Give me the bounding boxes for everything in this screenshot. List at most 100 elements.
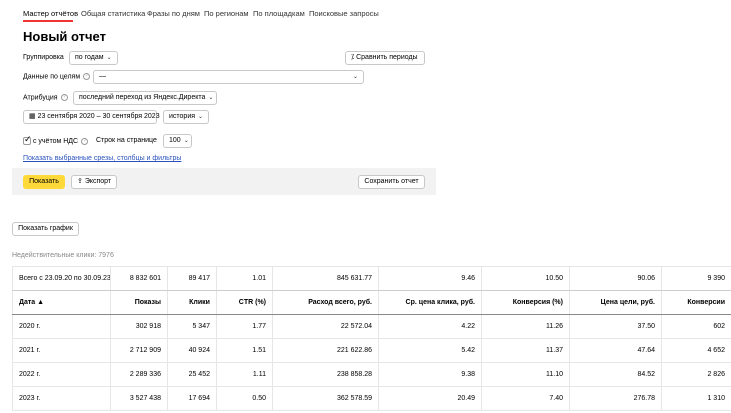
table-cell: 11.37 bbox=[481, 338, 570, 363]
table-cell: 37.50 bbox=[569, 314, 662, 339]
vat-checkbox[interactable] bbox=[23, 134, 32, 145]
column-header[interactable]: CTR (%) bbox=[216, 290, 273, 315]
table-cell: 89 417 bbox=[167, 266, 217, 291]
attribution-select[interactable]: последний переход из Яндекс.Директа ⌄ bbox=[73, 91, 217, 105]
table-cell: 8 832 601 bbox=[110, 266, 168, 291]
table-cell: 5.42 bbox=[378, 338, 482, 363]
help-icon[interactable]: ? bbox=[83, 73, 91, 80]
chevron-down-icon: ⌄ bbox=[198, 114, 204, 120]
table-header-row: Дата ▲ Показы Клики CTR (%) Расход всего… bbox=[12, 290, 731, 315]
grouping-value: по годам bbox=[75, 54, 104, 61]
compare-periods-label: Сравнить периоды bbox=[356, 54, 418, 61]
history-value: история bbox=[169, 113, 196, 120]
invalid-clicks-note: Недействительные клики: 7976 bbox=[12, 252, 114, 259]
table-cell: 1.77 bbox=[216, 314, 273, 339]
table-cell: 9 390 bbox=[661, 266, 731, 291]
attribution-label: Атрибуция? bbox=[23, 94, 68, 101]
column-header[interactable]: Ср. цена клика, руб. bbox=[378, 290, 482, 315]
table-cell: 238 858.28 bbox=[272, 362, 379, 387]
tab-report-master[interactable]: Мастер отчётов bbox=[23, 9, 78, 18]
table-cell: 276.78 bbox=[569, 386, 662, 411]
grouping-label: Группировка bbox=[23, 54, 64, 61]
compare-icon: ⁒ bbox=[351, 54, 355, 61]
column-header[interactable]: Конверсии bbox=[661, 290, 731, 315]
table-cell: 5 347 bbox=[167, 314, 217, 339]
table-cell: 10.50 bbox=[481, 266, 570, 291]
show-chart-button[interactable]: Показать график bbox=[12, 222, 79, 236]
table-row: 2020 г. 302 918 5 347 1.77 22 572.04 4.2… bbox=[12, 314, 731, 339]
table-cell: 90.06 bbox=[569, 266, 662, 291]
save-report-button[interactable]: Сохранить отчет bbox=[358, 175, 425, 189]
table-cell: 2 289 336 bbox=[110, 362, 168, 387]
table-cell: 4 652 bbox=[661, 338, 731, 363]
table-cell: 302 918 bbox=[110, 314, 168, 339]
history-select[interactable]: история ⌄ bbox=[163, 110, 209, 124]
chevron-down-icon: ⌄ bbox=[208, 95, 214, 101]
goals-value: — bbox=[99, 73, 106, 80]
table-cell: 22 572.04 bbox=[272, 314, 379, 339]
table-cell: 1 310 bbox=[661, 386, 731, 411]
show-slices-link[interactable]: Показать выбранные срезы, столбцы и филь… bbox=[23, 155, 181, 162]
table-cell: 2022 г. bbox=[12, 362, 111, 387]
table-cell: 0.50 bbox=[216, 386, 273, 411]
table-cell: 1.51 bbox=[216, 338, 273, 363]
table-row: 2021 г. 2 712 909 40 924 1.51 221 622.86… bbox=[12, 338, 731, 363]
table-cell: 2020 г. bbox=[12, 314, 111, 339]
export-label: Экспорт bbox=[84, 178, 112, 185]
table-cell: 17 694 bbox=[167, 386, 217, 411]
chevron-down-icon: ⌄ bbox=[183, 138, 189, 144]
goals-select[interactable]: — ⌄ bbox=[93, 70, 364, 84]
table-row: 2022 г. 2 289 336 25 452 1.11 238 858.28… bbox=[12, 362, 731, 387]
tab-general-stats[interactable]: Общая статистика bbox=[81, 9, 145, 18]
column-header-date[interactable]: Дата ▲ bbox=[12, 290, 111, 315]
help-icon[interactable]: ? bbox=[60, 94, 68, 101]
attribution-label-text: Атрибуция bbox=[23, 94, 58, 102]
tab-phrases-by-day[interactable]: Фразы по дням bbox=[147, 9, 200, 18]
goals-label-text: Данные по целям bbox=[23, 73, 81, 81]
vat-label: с учётом НДС bbox=[32, 137, 79, 145]
chevron-down-icon: ⌄ bbox=[352, 74, 358, 80]
rows-per-page-label: Строк на странице bbox=[96, 137, 157, 144]
tab-by-sites[interactable]: По площадкам bbox=[253, 9, 305, 18]
date-range-value: 23 сентября 2020 – 30 сентября 2023 bbox=[37, 113, 160, 120]
table-cell: 2023 г. bbox=[12, 386, 111, 411]
table-cell: 845 631.77 bbox=[272, 266, 379, 291]
table-cell: 2 712 909 bbox=[110, 338, 168, 363]
table-cell: 9.38 bbox=[378, 362, 482, 387]
page-title: Новый отчет bbox=[23, 29, 106, 44]
column-header[interactable]: Конверсия (%) bbox=[481, 290, 570, 315]
calendar-icon: ▦ bbox=[29, 113, 36, 120]
column-header[interactable]: Клики bbox=[167, 290, 217, 315]
table-cell: 20.49 bbox=[378, 386, 482, 411]
table-cell: 1.11 bbox=[216, 362, 273, 387]
show-button[interactable]: Показать bbox=[23, 175, 65, 189]
table-cell: 2 826 bbox=[661, 362, 731, 387]
export-button[interactable]: ⇪ Экспорт bbox=[71, 175, 117, 189]
stats-table: Всего с 23.09.20 по 30.09.23 8 832 601 8… bbox=[12, 266, 731, 411]
table-cell: 84.52 bbox=[569, 362, 662, 387]
column-header[interactable]: Цена цели, руб. bbox=[569, 290, 662, 315]
table-cell: 40 924 bbox=[167, 338, 217, 363]
total-row: Всего с 23.09.20 по 30.09.23 8 832 601 8… bbox=[12, 266, 731, 291]
attribution-value: последний переход из Яндекс.Директа bbox=[79, 94, 206, 101]
rows-per-page-value: 100 bbox=[169, 137, 181, 144]
grouping-select[interactable]: по годам ⌄ bbox=[69, 51, 118, 65]
export-icon: ⇪ bbox=[77, 178, 83, 185]
compare-periods-button[interactable]: ⁒ Сравнить периоды bbox=[345, 51, 425, 65]
vat-checkbox-row[interactable]: с учётом НДС? bbox=[23, 134, 89, 145]
column-header[interactable]: Расход всего, руб. bbox=[272, 290, 379, 315]
table-cell: 1.01 bbox=[216, 266, 273, 291]
report-tabs: Мастер отчётов Общая статистика Фразы по… bbox=[0, 0, 731, 22]
table-cell: 7.40 bbox=[481, 386, 570, 411]
table-cell: 47.64 bbox=[569, 338, 662, 363]
tab-search-queries[interactable]: Поисковые запросы bbox=[309, 9, 379, 18]
tab-by-regions[interactable]: По регионам bbox=[204, 9, 249, 18]
help-icon[interactable]: ? bbox=[81, 137, 89, 145]
table-cell: 221 622.86 bbox=[272, 338, 379, 363]
column-header[interactable]: Показы bbox=[110, 290, 168, 315]
date-range-picker[interactable]: ▦ 23 сентября 2020 – 30 сентября 2023 bbox=[23, 110, 160, 124]
rows-per-page-select[interactable]: 100 ⌄ bbox=[163, 134, 192, 148]
table-cell: Всего с 23.09.20 по 30.09.23 bbox=[12, 266, 111, 291]
goals-label: Данные по целям? bbox=[23, 73, 91, 81]
table-cell: 602 bbox=[661, 314, 731, 339]
